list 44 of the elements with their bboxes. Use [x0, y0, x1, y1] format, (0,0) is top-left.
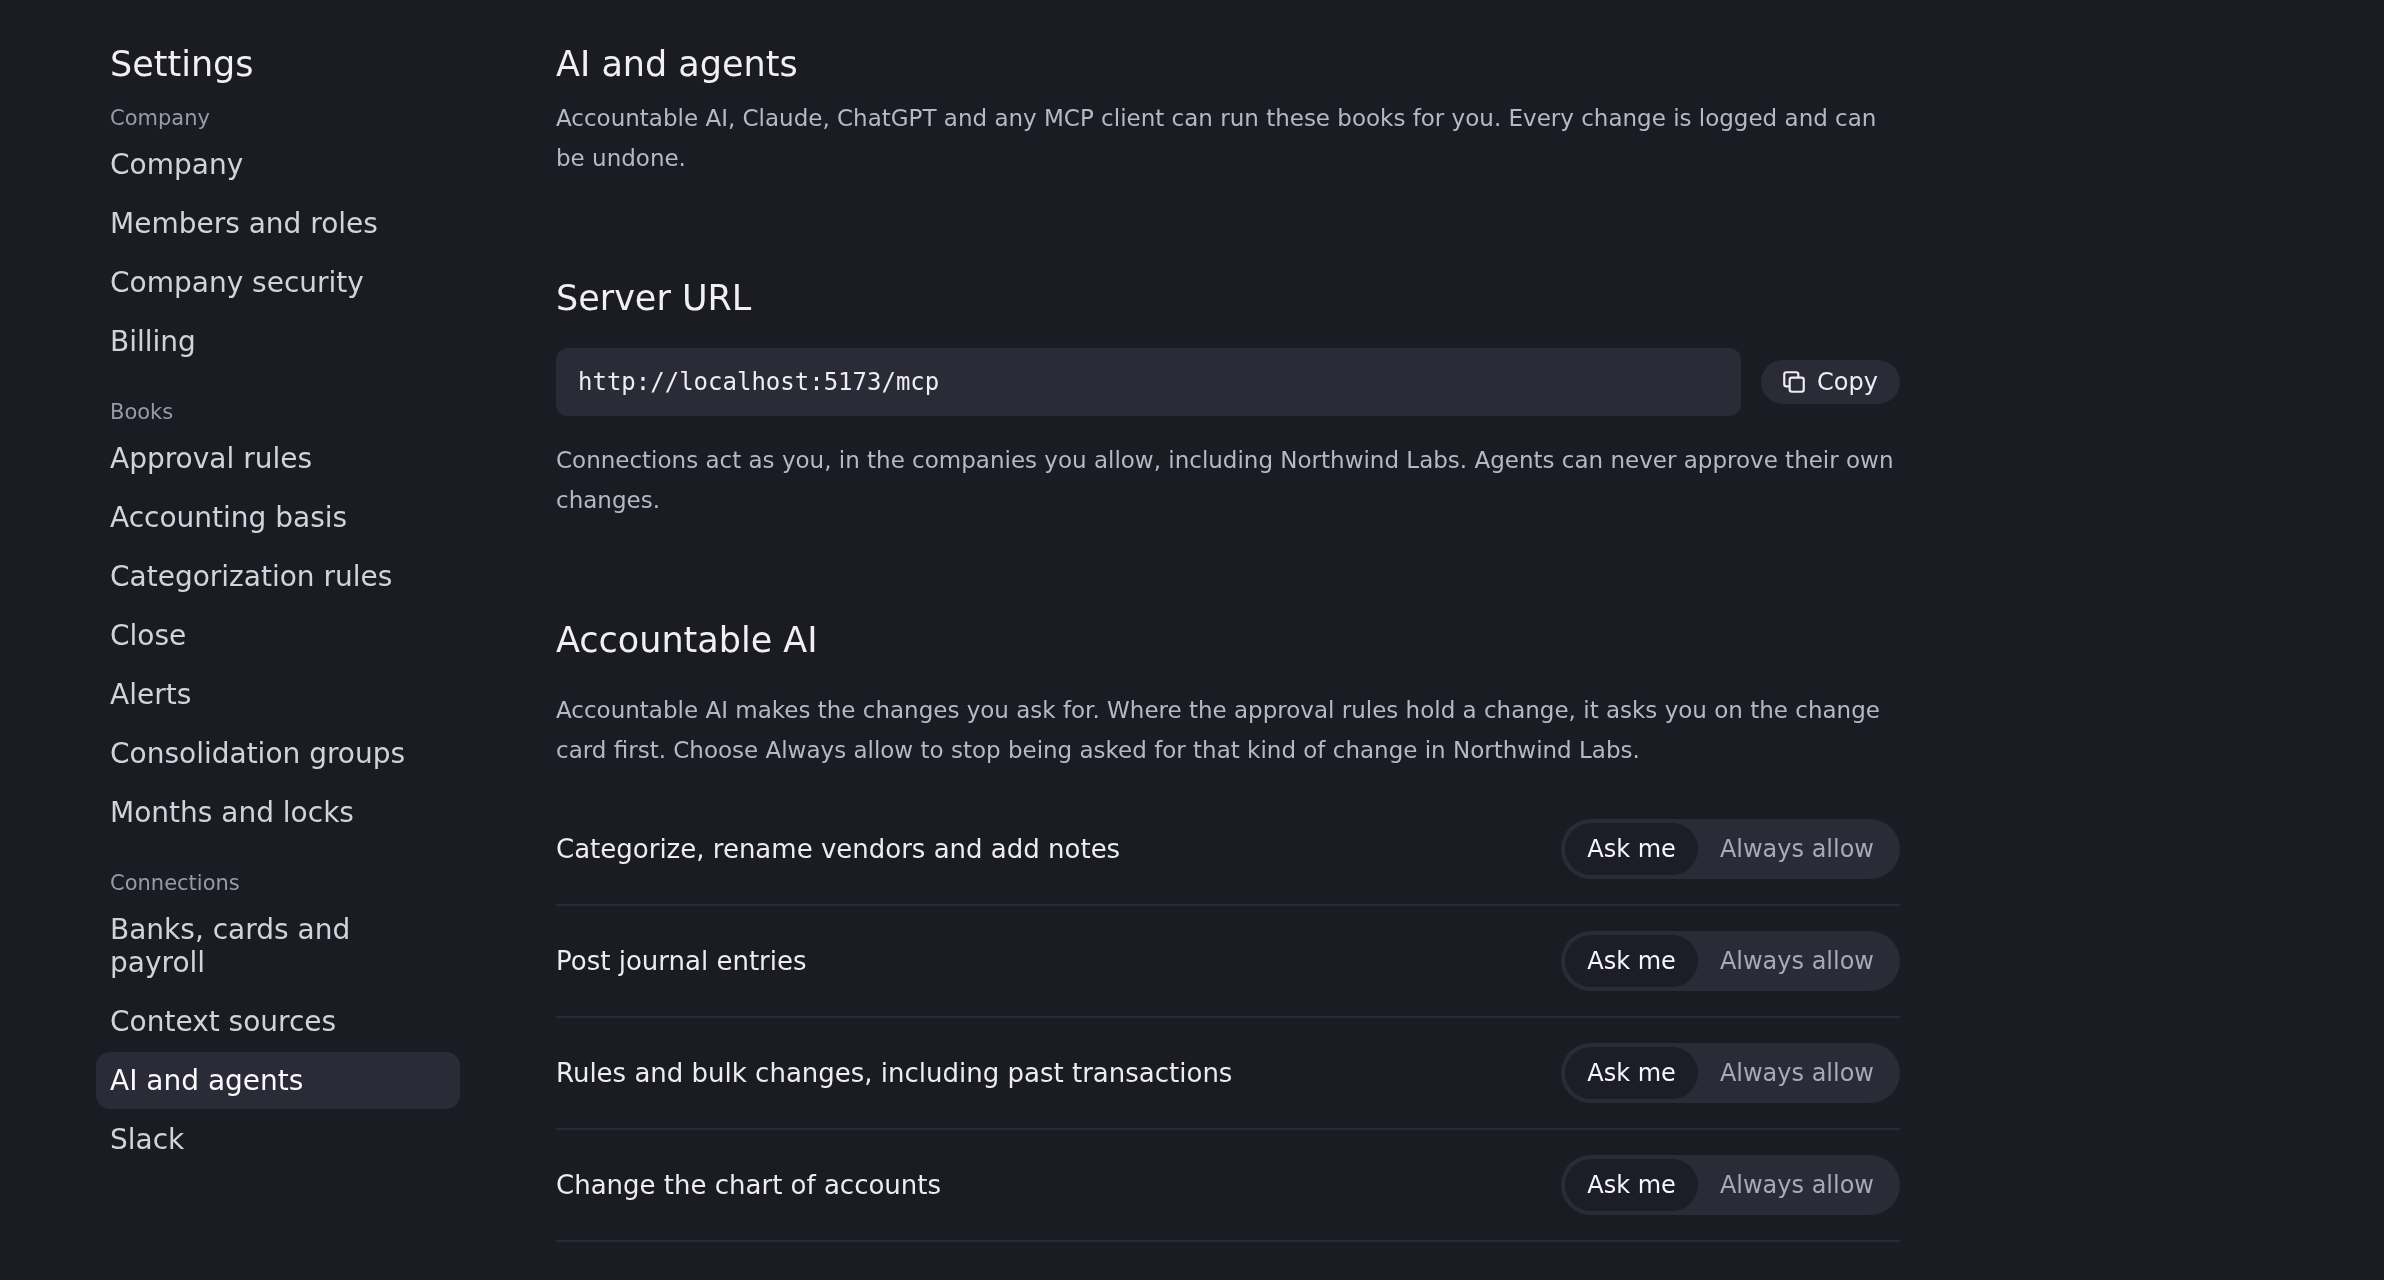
sidebar-item[interactable]: AI and agents — [96, 1052, 460, 1109]
permission-label: Change the chart of accounts — [556, 1170, 942, 1200]
permission-toggle[interactable]: Ask me Always allow — [1561, 1155, 1900, 1215]
sidebar-section-heading: Books — [109, 400, 175, 424]
sidebar-title: Settings — [109, 44, 255, 84]
connection-note: Connections act as you, in the companies you allow, including Northwind Labs. Agents can never approve their own changes. — [556, 446, 1895, 515]
sidebar-item[interactable]: Close — [96, 607, 460, 664]
sidebar-item[interactable]: Billing — [96, 313, 460, 370]
sidebar-section-heading: Connections — [109, 871, 241, 895]
permission-toggle[interactable]: Ask me Always allow — [1561, 819, 1900, 879]
toggle-option[interactable]: Always allow — [1697, 1047, 1896, 1099]
toggle-option[interactable]: Ask me — [1565, 1159, 1698, 1211]
permission-toggle[interactable]: Ask me Always allow — [1561, 1043, 1900, 1103]
toggle-option[interactable]: Ask me — [1565, 823, 1698, 875]
sidebar-item[interactable]: Accounting basis — [96, 489, 460, 546]
toggle-option[interactable]: Always allow — [1697, 1159, 1896, 1211]
section-description: Accountable AI makes the changes you ask for. Where the approval rules hold a change, it asks you on the change card first. Choose Always allow to stop being asked for that kind of change in Northwind Labs. — [556, 696, 1881, 765]
permission-toggle[interactable]: Ask me Always allow — [1561, 931, 1900, 991]
sidebar-item[interactable]: Months and locks — [96, 784, 460, 841]
sidebar-section-heading: Company — [109, 106, 211, 130]
permission-label: Post journal entries — [556, 946, 807, 976]
sidebar-item[interactable]: Company security — [96, 254, 460, 311]
toggle-option[interactable]: Always allow — [1697, 823, 1896, 875]
sidebar-item[interactable]: Context sources — [96, 993, 460, 1050]
sidebar-item[interactable]: Banks, cards and payroll — [96, 901, 460, 991]
sidebar-item[interactable]: Members and roles — [96, 195, 460, 252]
toggle-option[interactable]: Ask me — [1565, 1047, 1698, 1099]
sidebar-item[interactable]: Slack — [96, 1111, 460, 1168]
copy-button[interactable]: Copy — [1761, 360, 1900, 404]
sidebar-item[interactable]: Approval rules — [96, 430, 460, 487]
toggle-option[interactable]: Ask me — [1565, 935, 1698, 987]
permission-label: Categorize, rename vendors and add notes — [556, 834, 1121, 864]
sidebar-item[interactable]: Company — [96, 136, 460, 193]
sidebar-item[interactable]: Categorization rules — [96, 548, 460, 605]
sidebar-item[interactable]: Consolidation groups — [96, 725, 460, 782]
toggle-option[interactable]: Always allow — [1697, 935, 1896, 987]
sidebar-item[interactable]: Alerts — [96, 666, 460, 723]
permission-label: Rules and bulk changes, including past transactions — [556, 1058, 1233, 1088]
url-field[interactable]: http://localhost:5173/mcp — [556, 348, 1742, 416]
copy-icon — [1781, 369, 1808, 395]
page-description: Accountable AI, Claude, ChatGPT and any MCP client can run these books for you. Every change is logged and can be undone. — [556, 104, 1878, 173]
page-title: AI and agents — [556, 44, 799, 84]
section-title: Server URL — [556, 278, 753, 318]
section-title: Accountable AI — [556, 620, 819, 660]
